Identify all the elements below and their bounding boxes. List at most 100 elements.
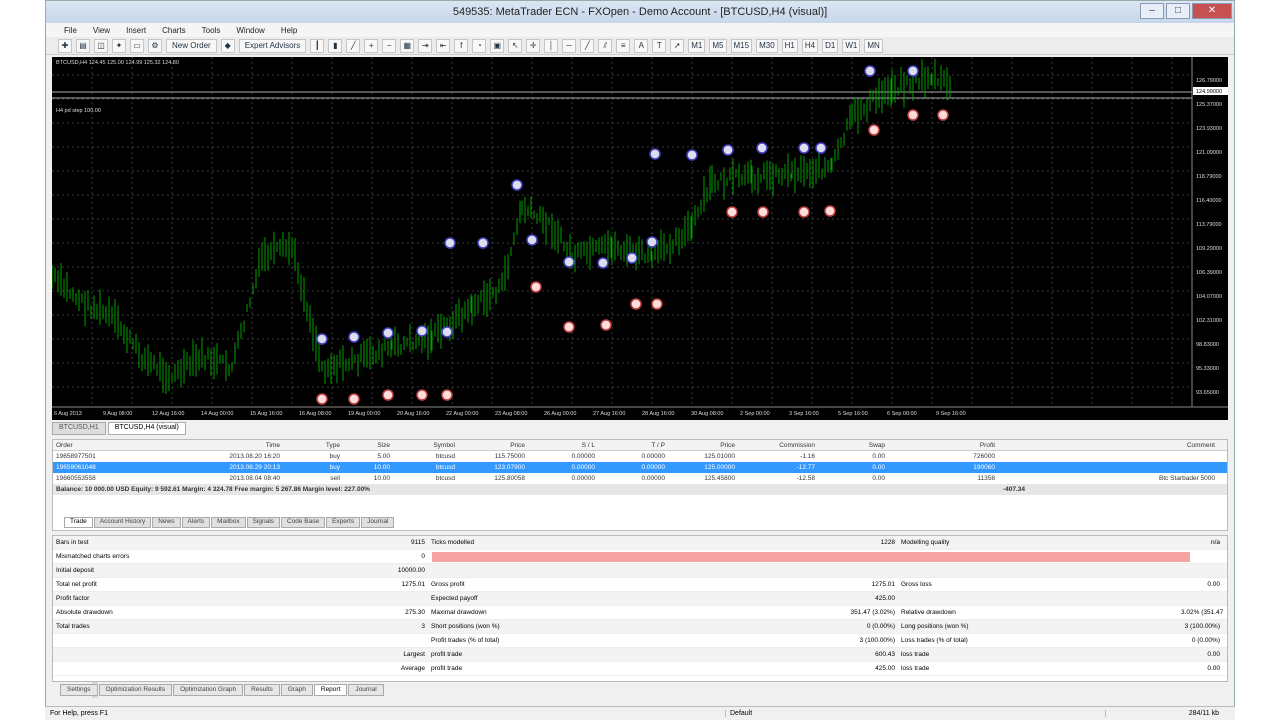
trade-cell: btcusd xyxy=(435,464,455,471)
tab-mailbox[interactable]: Mailbox xyxy=(211,517,246,528)
col-size[interactable]: Size xyxy=(343,442,393,449)
col-type[interactable]: Type xyxy=(283,442,343,449)
menu-help[interactable]: Help xyxy=(273,26,305,35)
label-icon[interactable]: T xyxy=(652,38,667,53)
report-cell: Initial deposit xyxy=(56,567,94,574)
col-order[interactable]: Order xyxy=(53,442,203,449)
col-price[interactable]: Price xyxy=(458,442,528,449)
m1-icon[interactable]: M1 xyxy=(688,38,706,53)
d1-icon[interactable]: D1 xyxy=(822,38,839,53)
tab-code-base[interactable]: Code Base xyxy=(280,517,326,528)
menu-file[interactable]: File xyxy=(56,26,85,35)
m15-icon[interactable]: M15 xyxy=(730,38,753,53)
title-bar: 549535: MetaTrader ECN - FXOpen - Demo A… xyxy=(46,1,1234,23)
tab-settings[interactable]: Settings xyxy=(60,684,98,696)
tab-optimization-results[interactable]: Optimization Results xyxy=(98,684,173,696)
new-chart-icon[interactable]: ✚ xyxy=(58,38,72,53)
trade-row[interactable]: 19660553558 2013.08.04 08:40 sell 10.00 btcu… xyxy=(53,473,1227,484)
tab-signals[interactable]: Signals xyxy=(246,517,280,528)
price-label: 121.09000 xyxy=(1196,150,1222,156)
trade-cell: 125.00000 xyxy=(704,464,735,471)
tester-icon[interactable]: ⚙ xyxy=(148,38,162,53)
tab-alerts[interactable]: Alerts xyxy=(181,517,211,528)
col-time[interactable]: Time xyxy=(203,442,283,449)
report-cell: Gross loss xyxy=(901,581,932,588)
time-label: 28 Aug 16:00 xyxy=(642,411,674,417)
col-profit[interactable]: Profit xyxy=(888,442,998,449)
tab-optimization-graph[interactable]: Optimization Graph xyxy=(173,684,244,696)
col-price-current[interactable]: Price xyxy=(668,442,738,449)
profiles-icon[interactable]: ▤ xyxy=(76,38,90,53)
report-cell: 3 (100.00%) xyxy=(1184,623,1220,630)
balance-row: Balance: 10 000.00 USD Equity: 9 592.61 … xyxy=(53,484,1227,495)
cursor-icon[interactable]: ↖ xyxy=(508,38,523,53)
col-sl[interactable]: S / L xyxy=(528,442,598,449)
m30-icon[interactable]: M30 xyxy=(756,38,778,53)
tab-results[interactable]: Results xyxy=(244,684,280,696)
menu-charts[interactable]: Charts xyxy=(154,26,194,35)
menu-view[interactable]: View xyxy=(85,26,118,35)
periods-icon[interactable]: ◔ xyxy=(472,38,487,53)
trade-row[interactable]: 19659061048 2013.08.29 20:13 buy 10.00 btcus… xyxy=(53,462,1227,473)
report-cell: 425.00 xyxy=(875,595,895,602)
report-row: Total net profit 1275.01 Gross profit 1275.… xyxy=(53,578,1227,592)
text-icon[interactable]: A xyxy=(634,38,649,53)
market-watch-icon[interactable]: ◫ xyxy=(94,38,108,53)
trade-row[interactable]: 19658977501 2013.08.20 16:20 buy 5.00 btcusd… xyxy=(53,451,1227,462)
tab-trade[interactable]: Trade xyxy=(64,517,93,528)
col-commission[interactable]: Commission xyxy=(738,442,818,449)
time-label: 3 Sep 16:00 xyxy=(789,411,819,417)
trendline-icon[interactable]: ╱ xyxy=(580,38,595,53)
crosshair-icon[interactable]: ✛ xyxy=(526,38,541,53)
menu-window[interactable]: Window xyxy=(228,26,272,35)
col-tp[interactable]: T / P xyxy=(598,442,668,449)
maximize-button[interactable]: □ xyxy=(1166,3,1190,19)
menu-tools[interactable]: Tools xyxy=(194,26,229,35)
templates-icon[interactable]: ▣ xyxy=(490,38,505,53)
col-comment[interactable]: Comment xyxy=(998,442,1218,449)
channel-icon[interactable]: ⫽ xyxy=(598,38,613,53)
fibo-icon[interactable]: ≡ xyxy=(616,38,631,53)
indicators-icon[interactable]: f xyxy=(454,38,469,53)
minimize-button[interactable]: – xyxy=(1140,3,1164,19)
navigator-icon[interactable]: ✦ xyxy=(112,38,126,53)
report-row: Average profit trade 425.00 loss trade 0.00 xyxy=(53,662,1227,676)
zoom-in-icon[interactable]: + xyxy=(364,38,379,53)
tab-account-history[interactable]: Account History xyxy=(93,517,152,528)
price-chart[interactable]: BTCUSD,H4 124.45 125.00 124.99 125.32 12… xyxy=(52,57,1228,420)
terminal-icon[interactable]: ▭ xyxy=(130,38,144,53)
m5-icon[interactable]: M5 xyxy=(709,38,727,53)
mn-icon[interactable]: MN xyxy=(864,38,883,53)
line-chart-icon[interactable]: ╱ xyxy=(346,38,361,53)
autoscroll-icon[interactable]: ⇥ xyxy=(418,38,433,53)
chart-tab-h4-visual[interactable]: BTCUSD,H4 (visual) xyxy=(107,422,186,435)
shift-icon[interactable]: ⇤ xyxy=(436,38,451,53)
w1-icon[interactable]: W1 xyxy=(842,38,861,53)
close-button[interactable]: ✕ xyxy=(1192,3,1232,19)
tab-experts[interactable]: Experts xyxy=(326,517,361,528)
new-order-button[interactable]: New Order xyxy=(166,38,217,53)
tab-graph[interactable]: Graph xyxy=(280,684,313,696)
chart-header: BTCUSD,H4 124.45 125.00 124.99 125.32 12… xyxy=(56,60,179,66)
chart-tab-h1[interactable]: BTCUSD,H1 xyxy=(52,422,106,435)
tab-news[interactable]: News xyxy=(152,517,181,528)
arrows-icon[interactable]: ➚ xyxy=(670,38,685,53)
hline-icon[interactable]: ─ xyxy=(562,38,577,53)
h4-icon[interactable]: H4 xyxy=(801,38,819,53)
col-swap[interactable]: Swap xyxy=(818,442,888,449)
bar-chart-icon[interactable]: ┃ xyxy=(310,38,325,53)
tab-journal[interactable]: Journal xyxy=(361,517,395,528)
expert-advisors-button[interactable]: Expert Advisors xyxy=(238,38,307,53)
menu-insert[interactable]: Insert xyxy=(118,26,154,35)
tab-tester-journal[interactable]: Journal xyxy=(348,684,384,696)
window-title: 549535: MetaTrader ECN - FXOpen - Demo A… xyxy=(452,6,828,18)
vline-icon[interactable]: │ xyxy=(544,38,559,53)
col-symbol[interactable]: Symbol xyxy=(393,442,458,449)
metaeditor-icon[interactable]: ◆ xyxy=(220,38,235,53)
tab-report[interactable]: Report xyxy=(313,684,348,696)
candle-chart-icon[interactable]: ▮ xyxy=(328,38,343,53)
h1-icon[interactable]: H1 xyxy=(781,38,798,53)
buy-marker xyxy=(815,142,827,154)
zoom-out-icon[interactable]: − xyxy=(382,38,397,53)
tile-icon[interactable]: ▦ xyxy=(400,38,415,53)
